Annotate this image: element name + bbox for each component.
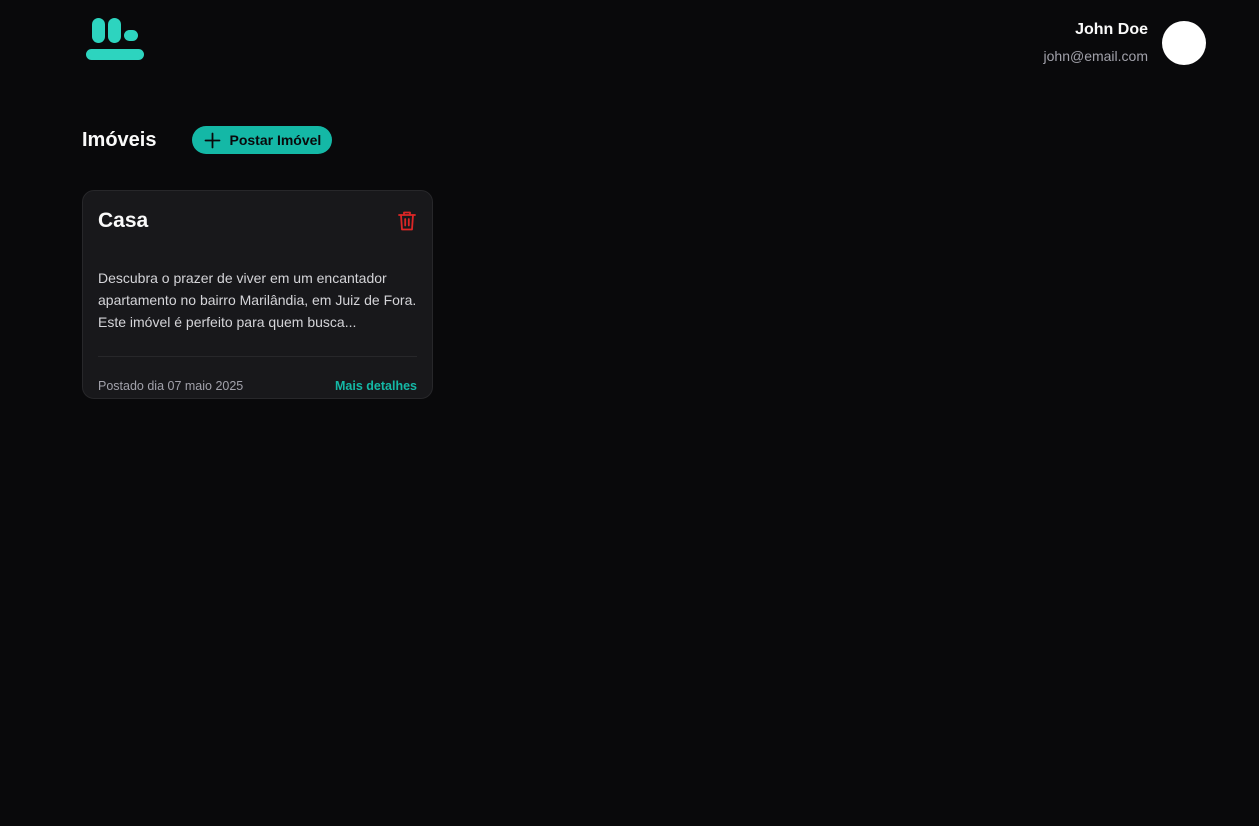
title-row: Imóveis Postar Imóvel — [82, 126, 333, 154]
property-card: Casa Descubra o prazer de viver em um en… — [82, 190, 433, 399]
property-description: Descubra o prazer de viver em um encanta… — [98, 270, 417, 330]
user-menu[interactable]: John Doe john@email.com — [1044, 20, 1206, 65]
user-email: john@email.com — [1043, 48, 1148, 64]
posted-date: Postado dia 07 maio 2025 — [98, 379, 244, 393]
details-link[interactable]: Mais detalhes — [335, 379, 417, 393]
divider — [98, 356, 417, 357]
page: John Doe john@email.com Imóveis Postar I… — [0, 0, 1259, 826]
plus-icon — [205, 132, 221, 148]
logo-icon[interactable] — [86, 18, 144, 61]
card-header: Casa — [98, 209, 417, 233]
user-name: John Doe — [1075, 21, 1148, 38]
property-title: Casa — [98, 209, 149, 232]
user-info: John Doe john@email.com — [1044, 20, 1148, 65]
card-footer: Postado dia 07 maio 2025 Mais detalhes — [98, 379, 417, 393]
trash-icon[interactable] — [397, 210, 417, 232]
page-title: Imóveis — [82, 128, 157, 151]
post-property-button[interactable]: Postar Imóvel — [192, 126, 333, 154]
avatar[interactable] — [1162, 20, 1206, 65]
post-property-label: Postar Imóvel — [229, 132, 322, 148]
